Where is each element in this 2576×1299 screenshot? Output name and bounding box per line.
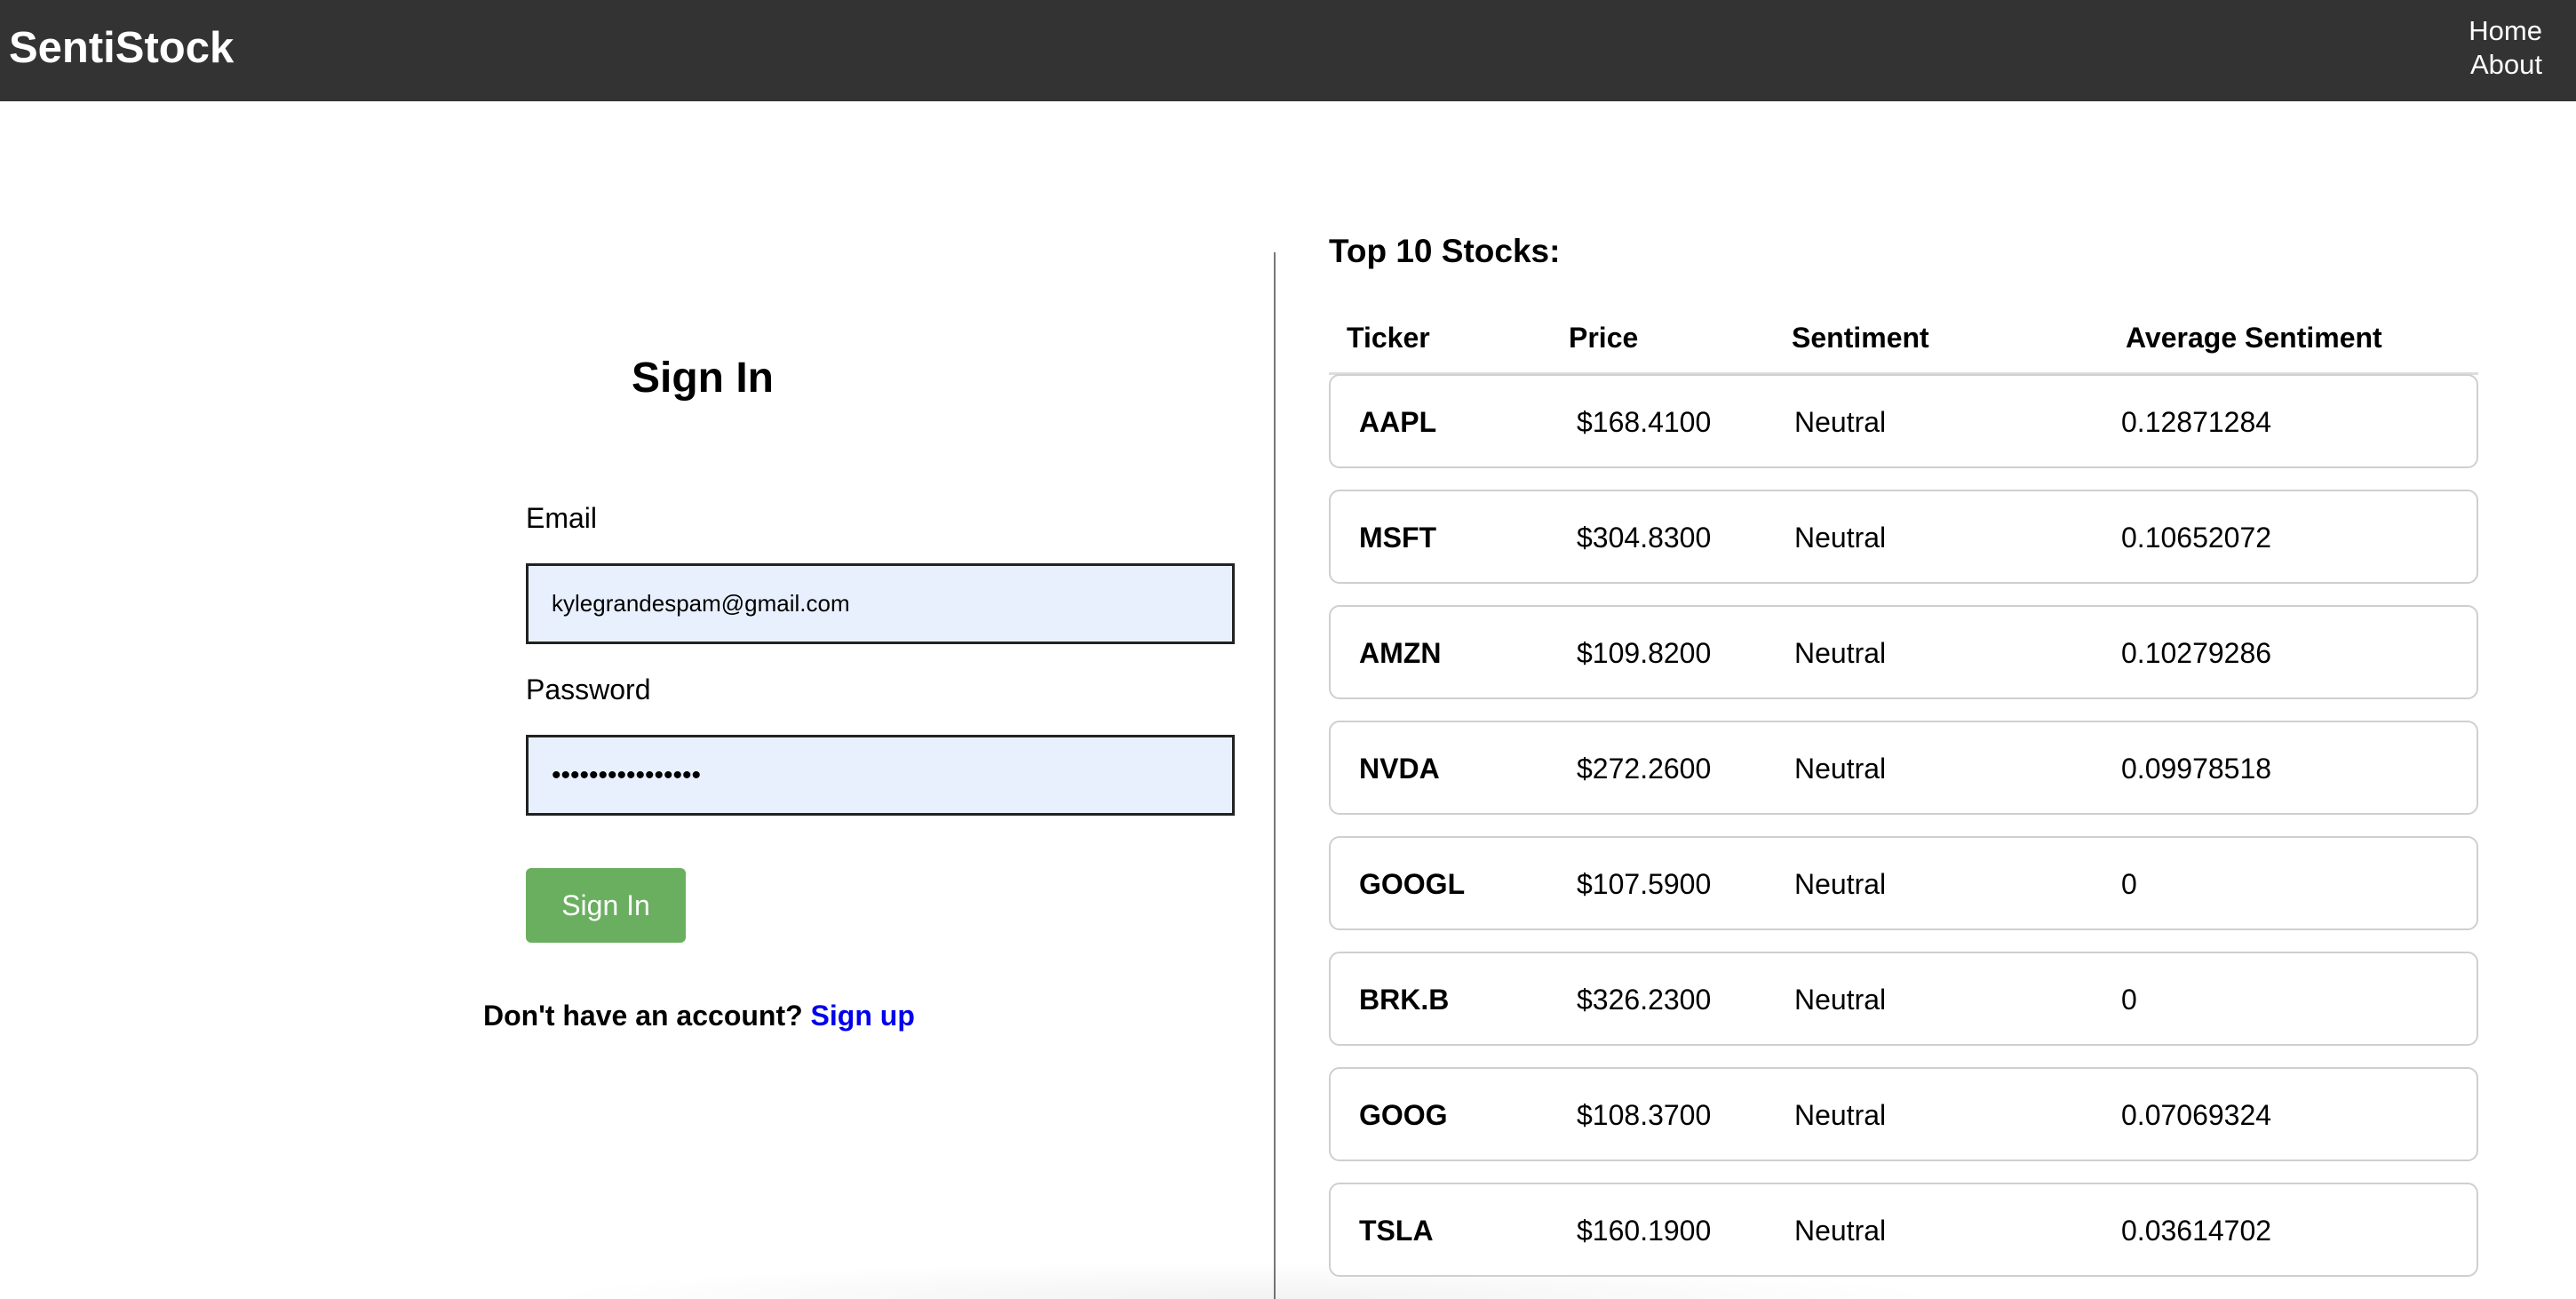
nav-link-home[interactable]: Home: [2469, 14, 2542, 48]
sentiment-cell: Neutral: [1794, 753, 1887, 785]
sentiment-cell: Neutral: [1794, 406, 1887, 438]
table-row[interactable]: AAPL $168.4100 Neutral 0.12871284: [1329, 374, 2478, 468]
password-label: Password: [526, 673, 651, 705]
average-sentiment-cell: 0.10279286: [2121, 637, 2272, 669]
price-cell: $108.3700: [1577, 1099, 1712, 1131]
table-header: Ticker Price Sentiment Average Sentiment: [1329, 322, 2478, 375]
email-field[interactable]: [526, 563, 1235, 644]
price-cell: $272.2600: [1577, 753, 1712, 785]
header-average-sentiment: Average Sentiment: [2126, 322, 2382, 354]
signin-title: Sign In: [632, 355, 774, 402]
table-row[interactable]: AMZN $109.8200 Neutral 0.10279286: [1329, 605, 2478, 699]
ticker-cell: GOOG: [1359, 1099, 1448, 1131]
price-cell: $168.4100: [1577, 406, 1712, 438]
sentiment-cell: Neutral: [1794, 1215, 1887, 1247]
header-ticker: Ticker: [1347, 322, 1430, 354]
nav-link-about[interactable]: About: [2470, 48, 2542, 82]
ticker-cell: AMZN: [1359, 637, 1442, 669]
panel-divider: [1274, 252, 1276, 1299]
signup-prompt: Don't have an account? Sign up: [483, 1000, 915, 1032]
stocks-title: Top 10 Stocks:: [1329, 233, 1561, 269]
average-sentiment-cell: 0.12871284: [2121, 406, 2272, 438]
table-row[interactable]: GOOG $108.3700 Neutral 0.07069324: [1329, 1067, 2478, 1161]
password-field[interactable]: [526, 735, 1235, 816]
average-sentiment-cell: 0.03614702: [2121, 1215, 2272, 1247]
table-row[interactable]: NVDA $272.2600 Neutral 0.09978518: [1329, 721, 2478, 815]
sentiment-cell: Neutral: [1794, 868, 1887, 900]
sentiment-cell: Neutral: [1794, 637, 1887, 669]
signin-button[interactable]: Sign In: [526, 868, 686, 943]
sentiment-cell: Neutral: [1794, 1099, 1887, 1131]
average-sentiment-cell: 0.10652072: [2121, 522, 2272, 554]
average-sentiment-cell: 0: [2121, 984, 2137, 1016]
table-row[interactable]: GOOGL $107.5900 Neutral 0: [1329, 836, 2478, 930]
signup-link[interactable]: Sign up: [811, 1000, 915, 1032]
sentiment-cell: Neutral: [1794, 522, 1887, 554]
header-price: Price: [1569, 322, 1639, 354]
ticker-cell: AAPL: [1359, 406, 1437, 438]
ticker-cell: BRK.B: [1359, 984, 1450, 1016]
average-sentiment-cell: 0.09978518: [2121, 753, 2272, 785]
ticker-cell: NVDA: [1359, 753, 1440, 785]
price-cell: $109.8200: [1577, 637, 1712, 669]
price-cell: $160.1900: [1577, 1215, 1712, 1247]
navbar: SentiStock Home About: [0, 0, 2576, 101]
average-sentiment-cell: 0.07069324: [2121, 1099, 2272, 1131]
table-row[interactable]: BRK.B $326.2300 Neutral 0: [1329, 952, 2478, 1046]
ticker-cell: MSFT: [1359, 522, 1437, 554]
email-label: Email: [526, 502, 598, 534]
brand-logo[interactable]: SentiStock: [9, 23, 234, 73]
price-cell: $304.8300: [1577, 522, 1712, 554]
ticker-cell: GOOGL: [1359, 868, 1466, 900]
nav-links: Home About: [2469, 14, 2542, 82]
price-cell: $107.5900: [1577, 868, 1712, 900]
header-sentiment: Sentiment: [1792, 322, 1929, 354]
signup-prompt-text: Don't have an account?: [483, 1000, 803, 1032]
price-cell: $326.2300: [1577, 984, 1712, 1016]
table-row[interactable]: MSFT $304.8300 Neutral 0.10652072: [1329, 490, 2478, 584]
ticker-cell: TSLA: [1359, 1215, 1434, 1247]
average-sentiment-cell: 0: [2121, 868, 2137, 900]
table-row[interactable]: TSLA $160.1900 Neutral 0.03614702: [1329, 1183, 2478, 1277]
sentiment-cell: Neutral: [1794, 984, 1887, 1016]
